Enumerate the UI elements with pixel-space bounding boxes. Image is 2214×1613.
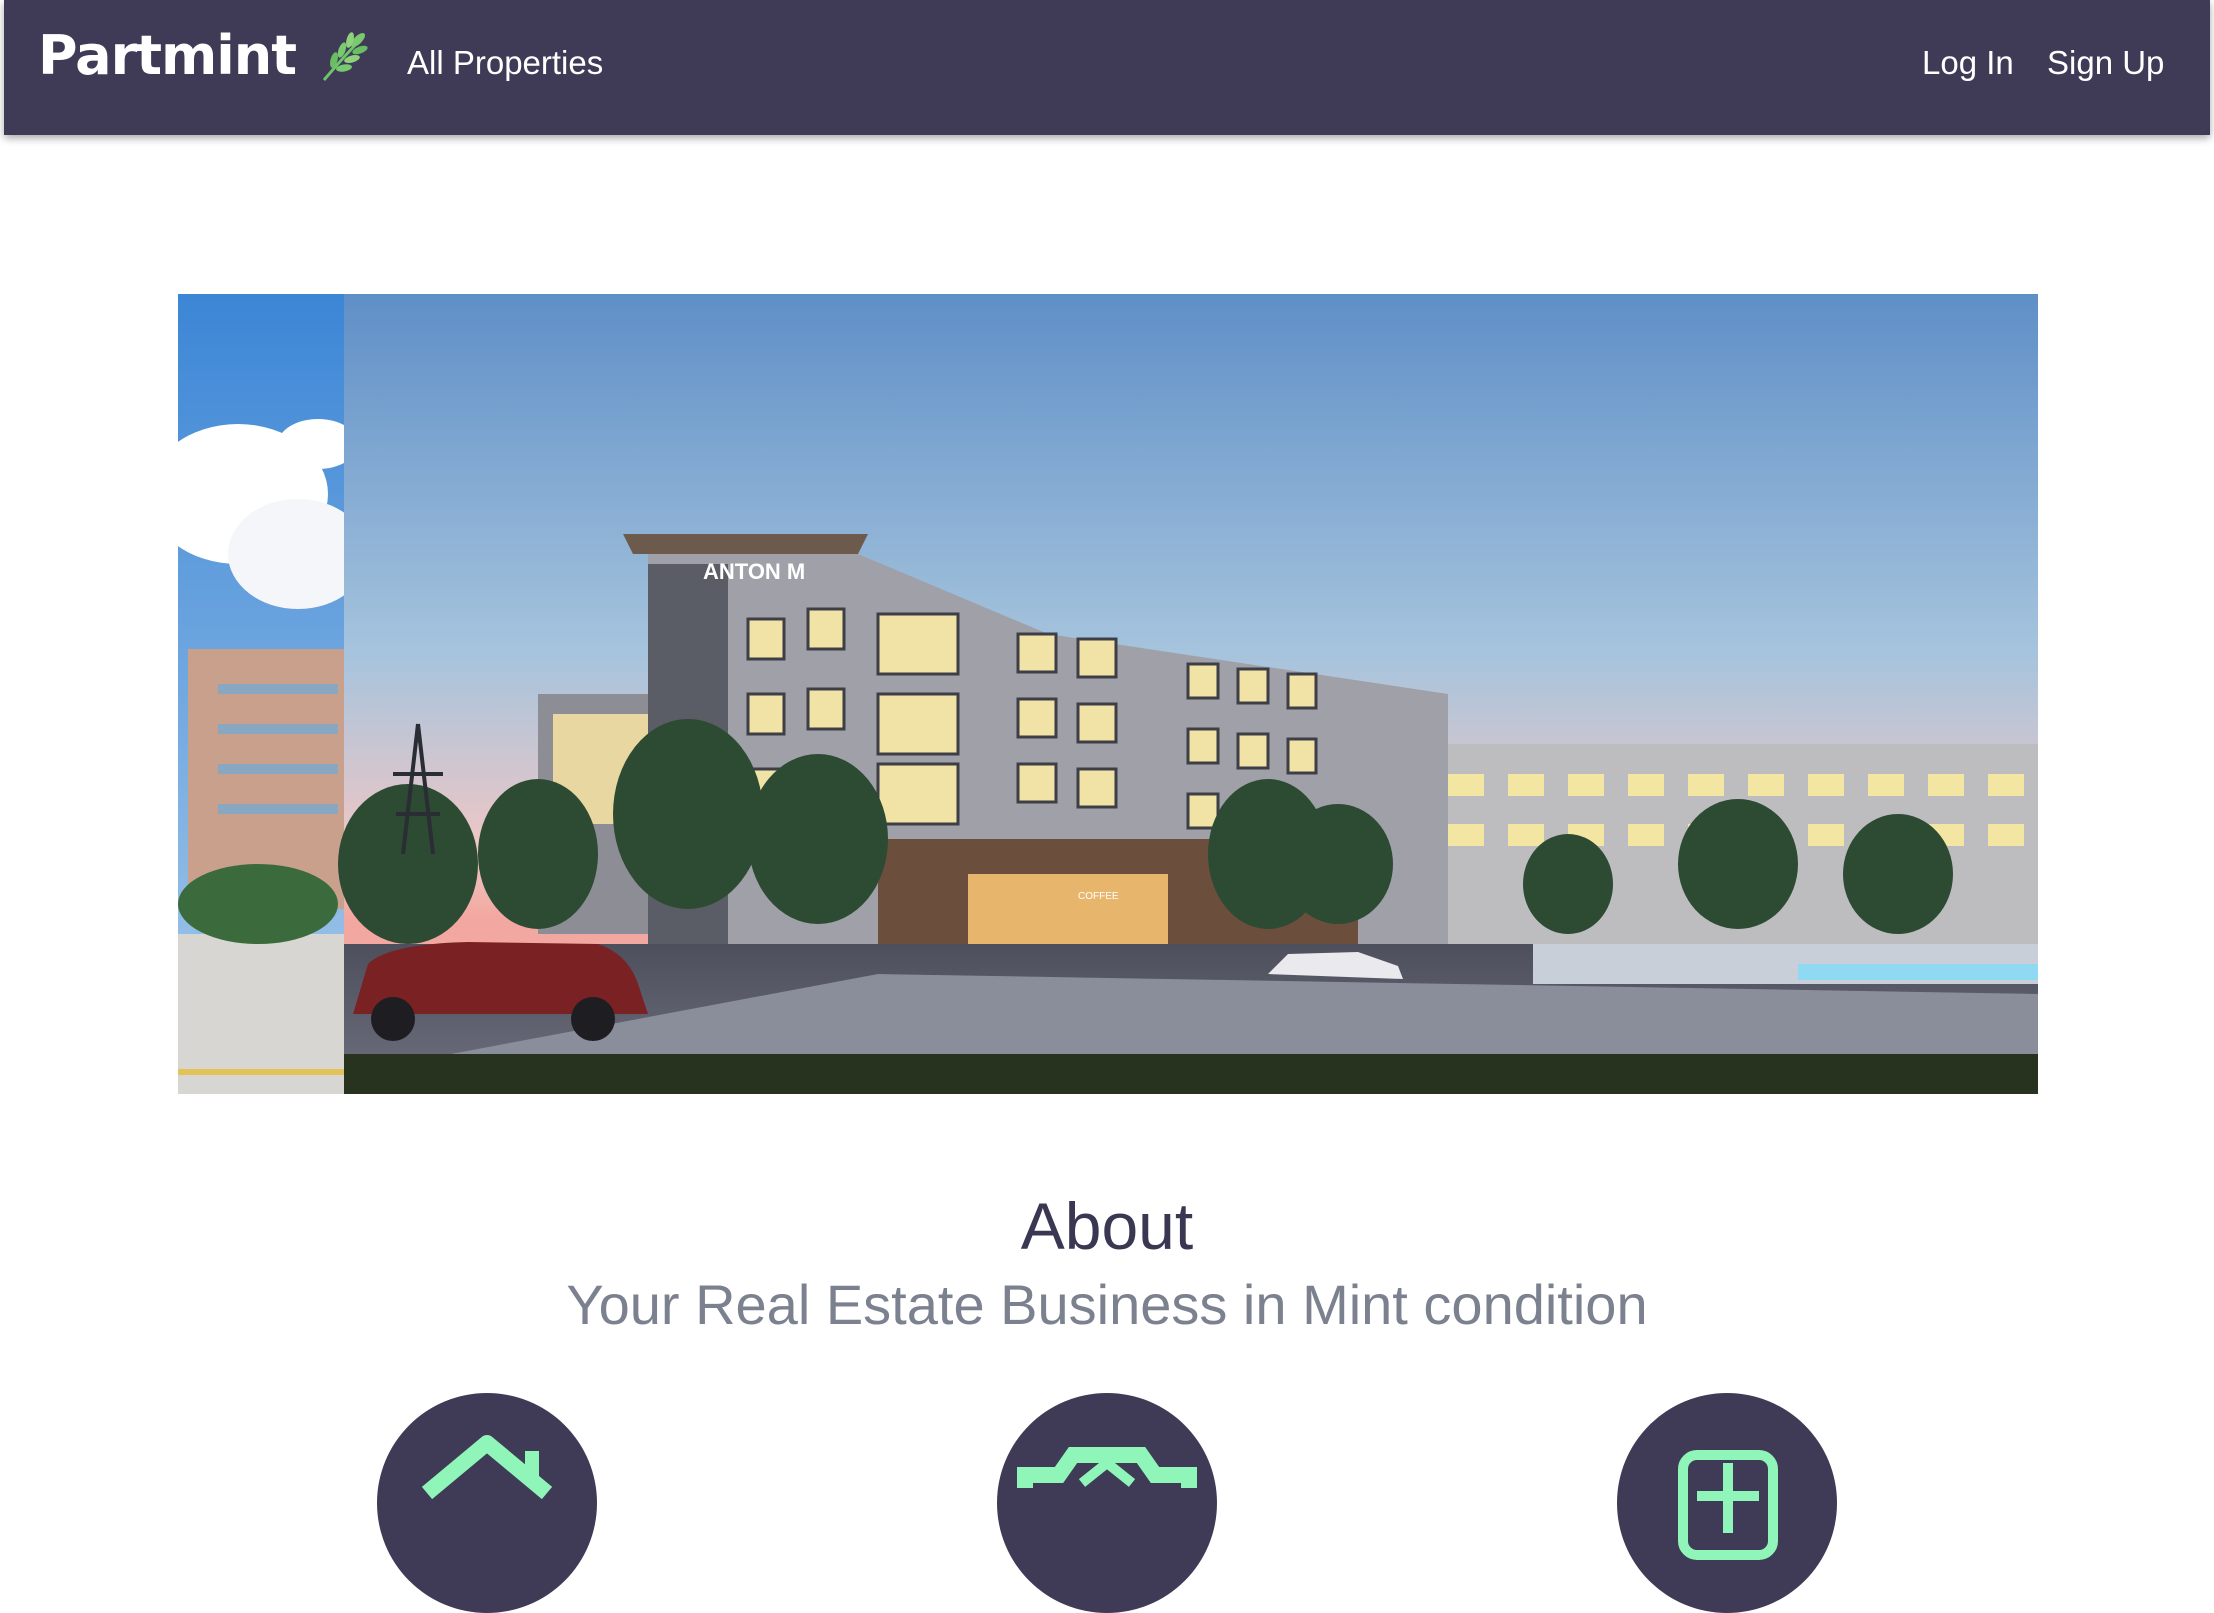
nav-log-in[interactable]: Log In <box>1922 44 2014 82</box>
carousel-image: ANTON M COFFEE <box>178 294 2038 1094</box>
brand-name: Partmint <box>38 24 297 87</box>
leaf-icon <box>322 31 368 81</box>
home-icon <box>421 1435 553 1500</box>
navbar: Partmint All Properties Log In Sign Up <box>4 0 2210 135</box>
nav-sign-up[interactable]: Sign Up <box>2047 44 2164 82</box>
building-sign: ANTON M <box>703 559 805 584</box>
add-square-icon <box>1678 1450 1778 1560</box>
brand-logo[interactable]: Partmint <box>38 24 374 87</box>
feature-home <box>377 1393 597 1613</box>
feature-add <box>1617 1393 1837 1613</box>
feature-camera-home <box>997 1393 1217 1613</box>
about-subtitle: Your Real Estate Business in Mint condit… <box>566 1273 1648 1336</box>
camera-home-icon <box>1017 1447 1197 1488</box>
nav-all-properties[interactable]: All Properties <box>407 44 603 82</box>
about-title: About <box>1020 1189 1194 1263</box>
shop-sign: COFFEE <box>1078 891 1119 902</box>
property-carousel[interactable]: ANTON M COFFEE <box>178 294 2038 1094</box>
